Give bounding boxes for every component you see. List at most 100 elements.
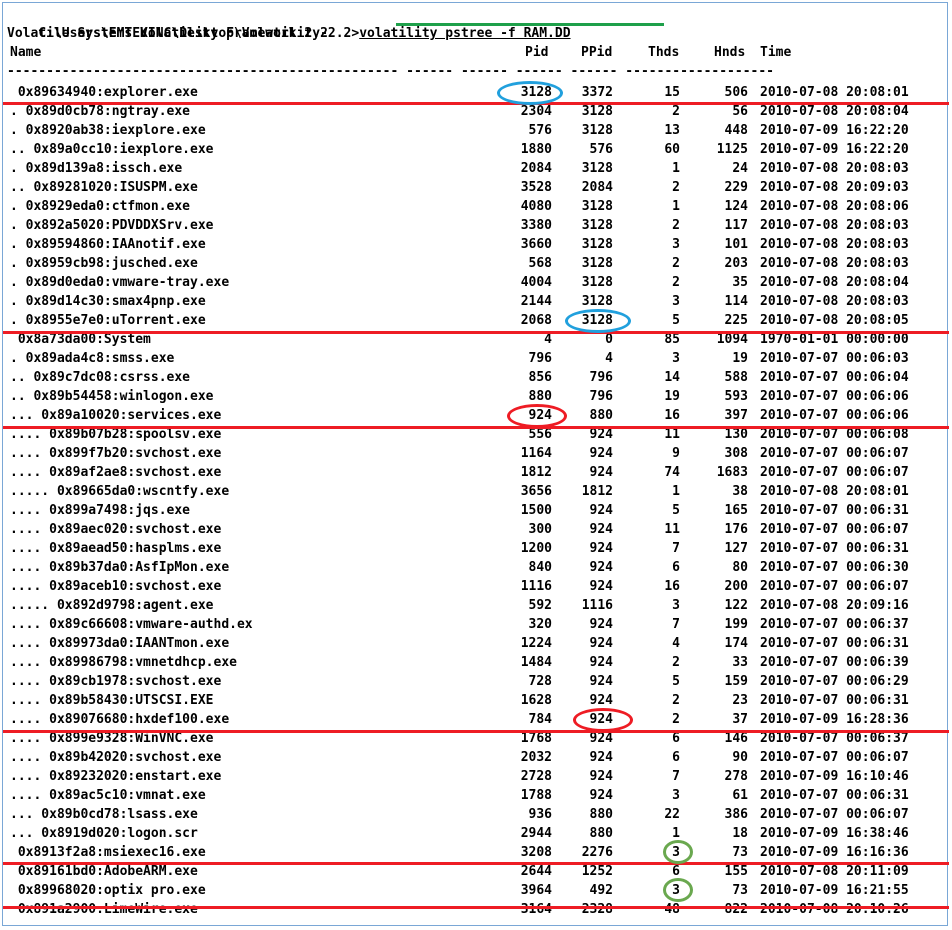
process-ppid: 880 — [589, 408, 613, 423]
process-time: 2010-07-07 00:06:06 — [760, 389, 909, 404]
process-name: .... 0x89b58430:UTSCSI.EXE — [10, 693, 214, 708]
process-handles: 159 — [724, 674, 748, 689]
process-pid: 1628 — [520, 693, 552, 708]
process-time: 2010-07-07 00:06:07 — [760, 750, 909, 765]
table-row: .... 0x89b42020:svchost.exe 2032 924 6 90 201… — [3, 748, 949, 767]
process-handles: 38 — [732, 484, 748, 499]
process-time: 2010-07-09 16:10:46 — [760, 769, 909, 784]
process-handles: 165 — [724, 503, 748, 518]
process-ppid: 3128 — [581, 199, 613, 214]
table-row: .. 0x89281020:ISUSPM.exe 3528 2084 2 229 2010… — [3, 178, 949, 197]
process-threads: 4 — [672, 636, 680, 651]
process-ppid: 924 — [589, 750, 613, 765]
table-row: . 0x89d14c30:smax4pnp.exe 2144 3128 3 114 201… — [3, 292, 949, 311]
process-handles: 73 — [732, 883, 748, 898]
process-name: .... 0x89b42020:svchost.exe — [10, 750, 222, 765]
process-threads: 2 — [672, 218, 680, 233]
process-threads: 2 — [672, 693, 680, 708]
table-row: .. 0x89a0cc10:iexplore.exe 1880 576 60 1125 2… — [3, 140, 949, 159]
process-name: . 0x8920ab38:iexplore.exe — [10, 123, 206, 138]
process-time: 2010-07-07 00:06:03 — [760, 351, 909, 366]
process-threads: 14 — [664, 370, 680, 385]
highlight-rule — [3, 331, 949, 334]
process-pid: 3208 — [520, 845, 552, 860]
process-threads: 6 — [672, 750, 680, 765]
process-pid: 3656 — [520, 484, 552, 499]
process-time: 2010-07-08 20:08:03 — [760, 237, 909, 252]
process-ppid: 924 — [589, 769, 613, 784]
annotation-circle — [663, 878, 693, 902]
process-handles: 19 — [732, 351, 748, 366]
process-threads: 19 — [664, 389, 680, 404]
column-header: Name Pid PPid Thds Hnds Time — [3, 43, 949, 62]
table-row: . 0x8920ab38:iexplore.exe 576 3128 13 448 201… — [3, 121, 949, 140]
col-ppid: PPid — [581, 45, 613, 60]
process-pid: 1788 — [520, 788, 552, 803]
console-window: C:\Users\EMTEKINC\Desktop\Volatility-2.2… — [2, 2, 949, 926]
process-time: 2010-07-07 00:06:30 — [760, 560, 909, 575]
process-handles: 588 — [724, 370, 748, 385]
process-name: 0x89968020:optix pro.exe — [10, 883, 206, 898]
process-time: 2010-07-07 00:06:31 — [760, 636, 909, 651]
process-threads: 2 — [672, 655, 680, 670]
process-threads: 3 — [672, 598, 680, 613]
process-name: .... 0x89aceb10:svchost.exe — [10, 579, 222, 594]
process-threads: 11 — [664, 522, 680, 537]
col-hnds: Hnds — [714, 45, 746, 60]
table-row: . 0x89d139a8:issch.exe 2084 3128 1 24 2010-07… — [3, 159, 949, 178]
process-handles: 278 — [724, 769, 748, 784]
process-threads: 5 — [672, 313, 680, 328]
process-ppid: 796 — [589, 389, 613, 404]
process-name: . 0x892a5020:PDVDDXSrv.exe — [10, 218, 214, 233]
process-handles: 229 — [724, 180, 748, 195]
process-pid: 856 — [528, 370, 552, 385]
process-time: 2010-07-07 00:06:29 — [760, 674, 909, 689]
process-pid: 300 — [528, 522, 552, 537]
banner-line: Volatile Systems Volatility Framework 2.… — [7, 26, 328, 41]
process-handles: 199 — [724, 617, 748, 632]
process-ppid: 3128 — [581, 218, 613, 233]
process-ppid: 492 — [589, 883, 613, 898]
process-time: 2010-07-07 00:06:07 — [760, 446, 909, 461]
process-handles: 397 — [724, 408, 748, 423]
process-pid: 2032 — [520, 750, 552, 765]
process-time: 2010-07-09 16:22:20 — [760, 142, 909, 157]
process-threads: 3 — [672, 237, 680, 252]
process-name: . 0x8929eda0:ctfmon.exe — [10, 199, 191, 214]
process-name: . 0x89d0eda0:vmware-tray.exe — [10, 275, 230, 290]
process-pid: 2728 — [520, 769, 552, 784]
process-time: 2010-07-07 00:06:07 — [760, 579, 909, 594]
table-row: . 0x89594860:IAAnotif.exe 3660 3128 3 101 201… — [3, 235, 949, 254]
table-row: ..... 0x89665da0:wscntfy.exe 3656 1812 1 38 2… — [3, 482, 949, 501]
process-handles: 1125 — [716, 142, 748, 157]
process-time: 2010-07-08 20:08:04 — [760, 275, 909, 290]
process-time: 2010-07-09 16:22:20 — [760, 123, 909, 138]
process-ppid: 924 — [589, 655, 613, 670]
process-pid: 3164 — [520, 902, 552, 917]
process-pid: 2944 — [520, 826, 552, 841]
process-handles: 24 — [732, 161, 748, 176]
process-time: 2010-07-07 00:06:04 — [760, 370, 909, 385]
table-row: .... 0x89aceb10:svchost.exe 1116 924 16 200 2… — [3, 577, 949, 596]
process-name: . 0x89d14c30:smax4pnp.exe — [10, 294, 206, 309]
process-handles: 61 — [732, 788, 748, 803]
process-pid: 2144 — [520, 294, 552, 309]
process-time: 2010-07-07 00:06:31 — [760, 541, 909, 556]
process-threads: 6 — [672, 560, 680, 575]
process-threads: 3 — [672, 788, 680, 803]
process-name: .. 0x89c7dc08:csrss.exe — [10, 370, 191, 385]
process-ppid: 3128 — [581, 123, 613, 138]
table-row: .... 0x899f7b20:svchost.exe 1164 924 9 308 20… — [3, 444, 949, 463]
process-time: 2010-07-08 20:08:03 — [760, 218, 909, 233]
table-row: .... 0x89c66608:vmware-authd.ex 320 924 7 19… — [3, 615, 949, 634]
process-time: 2010-07-08 20:08:01 — [760, 85, 909, 100]
process-time: 2010-07-08 20:08:01 — [760, 484, 909, 499]
process-ppid: 2328 — [581, 902, 613, 917]
process-pid: 840 — [528, 560, 552, 575]
process-threads: 2 — [672, 180, 680, 195]
process-handles: 117 — [724, 218, 748, 233]
process-ppid: 924 — [589, 560, 613, 575]
process-threads: 2 — [672, 275, 680, 290]
process-pid: 4080 — [520, 199, 552, 214]
process-threads: 5 — [672, 674, 680, 689]
